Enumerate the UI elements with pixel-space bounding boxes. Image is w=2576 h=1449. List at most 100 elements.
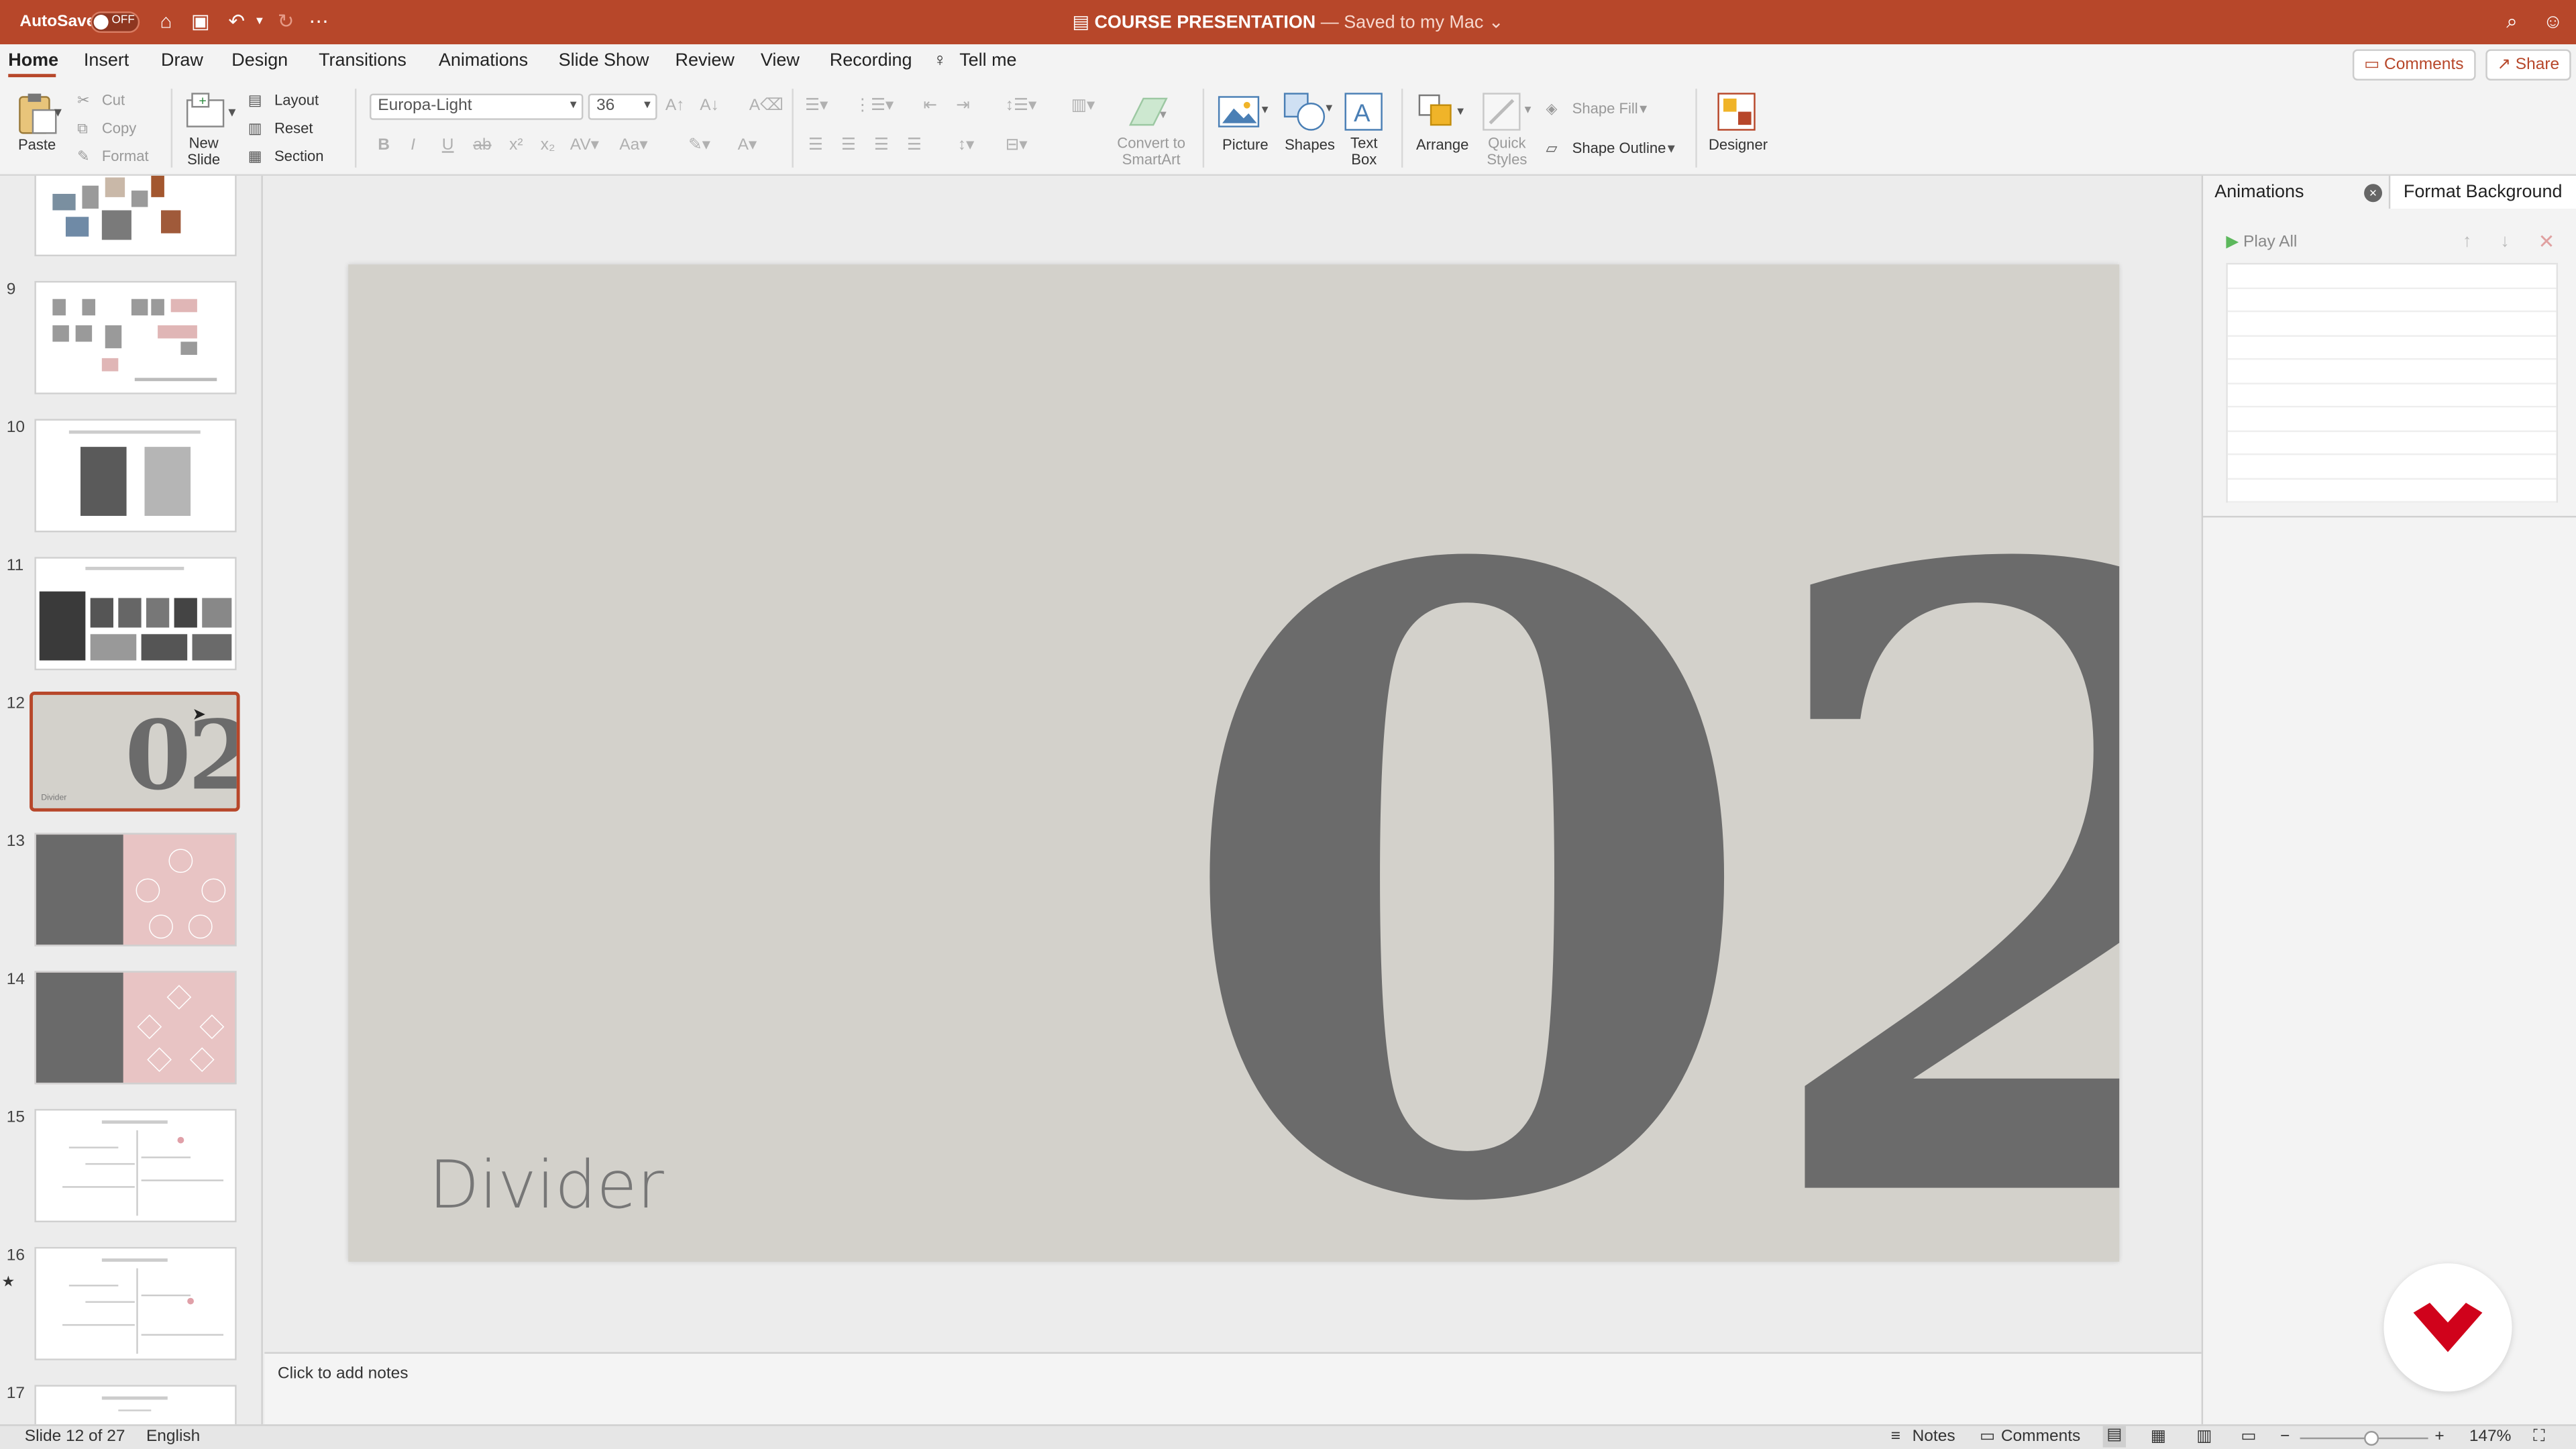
subscript-icon[interactable]: x₂	[541, 136, 555, 154]
columns-icon[interactable]: ▥▾	[1071, 97, 1095, 115]
new-slide-icon[interactable]: +	[184, 91, 230, 130]
zoom-slider-thumb[interactable]	[2364, 1431, 2379, 1446]
shapes-icon[interactable]: ▾	[1281, 91, 1337, 133]
comments-button[interactable]: ▭ Comments	[2352, 49, 2475, 81]
slide-sorter-icon[interactable]: ▦	[2151, 1428, 2166, 1446]
shape-fill-button[interactable]: Shape Fill	[1572, 100, 1638, 116]
align-center-icon[interactable]: ☰	[841, 136, 856, 154]
chevron-down-icon[interactable]: ▾	[1640, 100, 1647, 118]
slide-thumbnails-pane[interactable]: 9 10 11 12 02 Divider ➤ 13 14 15 16 ★ 17	[0, 176, 263, 1425]
tab-view[interactable]: View	[761, 51, 800, 70]
tab-recording[interactable]: Recording	[830, 51, 912, 70]
close-icon[interactable]: ×	[2364, 184, 2383, 203]
remove-icon[interactable]: ✕	[2538, 230, 2555, 253]
smartart-icon[interactable]: ▾	[1124, 92, 1173, 131]
move-down-icon[interactable]: ↓	[2500, 231, 2509, 251]
section-button[interactable]: Section	[274, 148, 324, 164]
character-spacing-icon[interactable]: AV▾	[570, 136, 599, 154]
picture-icon[interactable]: ▾	[1218, 94, 1273, 133]
notes-toggle[interactable]: Notes	[1913, 1428, 1955, 1446]
zoom-in-icon[interactable]: +	[2434, 1428, 2444, 1446]
font-color-icon[interactable]: A▾	[738, 136, 757, 154]
increase-font-icon[interactable]: A↑	[665, 97, 685, 115]
italic-icon[interactable]: I	[411, 136, 415, 154]
tab-review[interactable]: Review	[676, 51, 735, 70]
align-right-icon[interactable]: ☰	[874, 136, 889, 154]
floating-app-button[interactable]	[2383, 1263, 2512, 1392]
comments-toggle[interactable]: Comments	[2001, 1428, 2080, 1446]
slide-thumbnail-16[interactable]	[34, 1246, 237, 1360]
slide-editor[interactable]: 02 Divider	[264, 176, 2202, 1352]
tab-design[interactable]: Design	[231, 51, 288, 70]
paste-dropdown-icon[interactable]: ▾	[54, 103, 62, 121]
decrease-indent-icon[interactable]: ⇤	[923, 97, 937, 115]
tab-transitions[interactable]: Transitions	[319, 51, 407, 70]
tab-slide-show[interactable]: Slide Show	[559, 51, 649, 70]
divider-number[interactable]: 02	[1170, 461, 2120, 1262]
fit-to-window-icon[interactable]: ⛶	[2533, 1428, 2544, 1446]
format-painter-button[interactable]: Format	[102, 148, 149, 164]
text-direction-icon[interactable]: ↕▾	[958, 136, 975, 154]
slide-thumbnail-12-selected[interactable]: 02 Divider ➤	[30, 692, 240, 812]
title-chevron-icon[interactable]: ⌄	[1489, 13, 1504, 33]
language-indicator[interactable]: English	[146, 1428, 200, 1446]
cut-button[interactable]: Cut	[102, 92, 125, 108]
slide-thumbnail-14[interactable]	[34, 971, 237, 1085]
play-all-button[interactable]: ▶ Play All	[2226, 233, 2297, 252]
animations-tab[interactable]: Animations	[2214, 182, 2304, 202]
designer-icon[interactable]	[1715, 91, 1758, 133]
move-up-icon[interactable]: ↑	[2463, 231, 2471, 251]
notes-pane[interactable]: Click to add notes	[264, 1352, 2202, 1425]
chevron-down-icon[interactable]: ▾	[1668, 140, 1675, 158]
slideshow-icon[interactable]: ▭	[2241, 1428, 2256, 1446]
format-background-tab[interactable]: Format Background	[2404, 182, 2563, 202]
change-case-icon[interactable]: Aa▾	[619, 136, 647, 154]
new-slide-dropdown-icon[interactable]: ▾	[228, 103, 235, 121]
slide-thumbnail-9[interactable]	[34, 280, 237, 394]
slide-thumbnail-13[interactable]	[34, 833, 237, 947]
search-icon[interactable]: ⌕	[2499, 8, 2525, 34]
strikethrough-icon[interactable]: ab	[473, 136, 491, 154]
slide-thumbnail-11[interactable]	[34, 557, 237, 671]
font-size-combo[interactable]: 36 ▾	[588, 93, 657, 120]
text-box-icon[interactable]: A	[1344, 92, 1383, 131]
slide-thumbnail-17[interactable]	[34, 1385, 237, 1425]
bullets-icon[interactable]: ☰▾	[805, 97, 828, 115]
account-icon[interactable]: ☺	[2540, 8, 2566, 34]
align-text-icon[interactable]: ⊟▾	[1006, 136, 1028, 154]
copy-button[interactable]: Copy	[102, 120, 136, 136]
underline-icon[interactable]: U	[442, 136, 454, 154]
layout-button[interactable]: Layout	[274, 92, 319, 108]
reset-button[interactable]: Reset	[274, 120, 313, 136]
highlight-icon[interactable]: ✎▾	[688, 136, 710, 154]
reading-view-icon[interactable]: ▥	[2196, 1428, 2212, 1446]
quick-styles-icon[interactable]: ▾	[1481, 91, 1536, 133]
slide-thumbnail-10[interactable]	[34, 419, 237, 533]
numbering-icon[interactable]: ⋮☰▾	[854, 97, 894, 115]
notes-placeholder[interactable]: Click to add notes	[278, 1365, 409, 1383]
divider-title[interactable]: Divider	[429, 1148, 664, 1224]
tab-home[interactable]: Home	[8, 51, 58, 70]
shape-outline-button[interactable]: Shape Outline	[1572, 140, 1666, 156]
tab-animations[interactable]: Animations	[439, 51, 528, 70]
increase-indent-icon[interactable]: ⇥	[956, 97, 970, 115]
current-slide[interactable]: 02 Divider	[348, 264, 2120, 1262]
normal-view-icon[interactable]: ▤	[2102, 1426, 2126, 1448]
animation-list[interactable]	[2226, 262, 2559, 503]
superscript-icon[interactable]: x²	[509, 136, 523, 154]
paste-icon[interactable]	[13, 91, 60, 137]
slide-thumbnail-8[interactable]	[34, 176, 237, 257]
clear-formatting-icon[interactable]: A⌫	[749, 97, 784, 115]
tell-me-search[interactable]: Tell me	[959, 51, 1016, 70]
line-spacing-icon[interactable]: ↕☰▾	[1006, 97, 1036, 115]
tab-draw[interactable]: Draw	[161, 51, 203, 70]
bold-icon[interactable]: B	[378, 136, 390, 154]
zoom-out-icon[interactable]: −	[2280, 1428, 2290, 1446]
justify-icon[interactable]: ☰	[907, 136, 922, 154]
slide-thumbnail-15[interactable]	[34, 1109, 237, 1223]
arrange-icon[interactable]: ▾	[1416, 92, 1468, 135]
zoom-level[interactable]: 147%	[2469, 1428, 2512, 1446]
decrease-font-icon[interactable]: A↓	[700, 97, 719, 115]
align-left-icon[interactable]: ☰	[808, 136, 823, 154]
tab-insert[interactable]: Insert	[84, 51, 129, 70]
